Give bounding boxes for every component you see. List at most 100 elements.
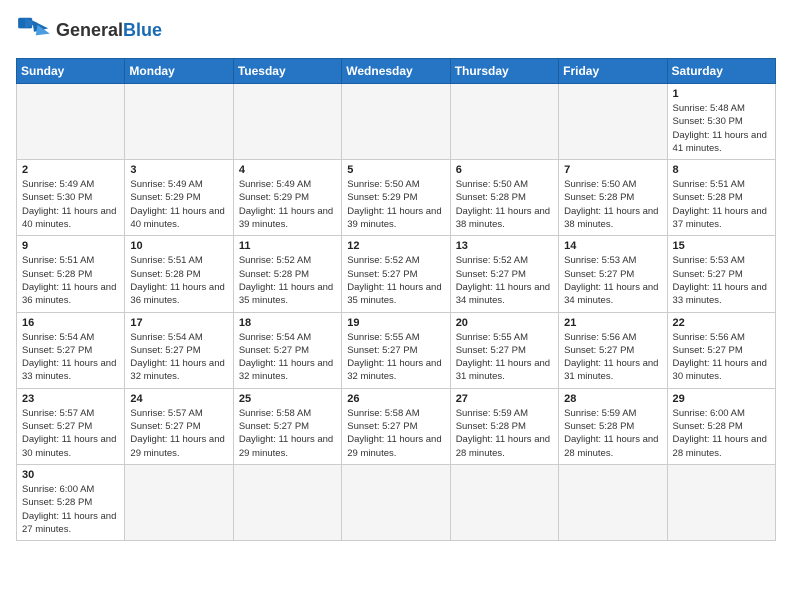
calendar-table: SundayMondayTuesdayWednesdayThursdayFrid…	[16, 58, 776, 541]
calendar-cell	[233, 84, 341, 160]
calendar-cell: 24 Sunrise: 5:57 AMSunset: 5:27 PMDayligh…	[125, 388, 233, 464]
calendar-cell: 15 Sunrise: 5:53 AMSunset: 5:27 PMDayligh…	[667, 236, 775, 312]
day-info: Sunrise: 5:53 AMSunset: 5:27 PMDaylight:…	[673, 254, 770, 307]
day-number: 23	[22, 393, 119, 405]
weekday-header-row: SundayMondayTuesdayWednesdayThursdayFrid…	[17, 59, 776, 84]
day-number: 20	[456, 317, 553, 329]
calendar-cell	[667, 464, 775, 540]
logo-icon	[16, 16, 52, 46]
calendar-cell: 27 Sunrise: 5:59 AMSunset: 5:28 PMDayligh…	[450, 388, 558, 464]
day-number: 7	[564, 164, 661, 176]
calendar-cell: 18 Sunrise: 5:54 AMSunset: 5:27 PMDayligh…	[233, 312, 341, 388]
day-info: Sunrise: 5:52 AMSunset: 5:28 PMDaylight:…	[239, 254, 336, 307]
day-number: 6	[456, 164, 553, 176]
day-number: 21	[564, 317, 661, 329]
calendar-cell	[125, 84, 233, 160]
calendar-cell: 23Sunrise: 5:57 AMSunset: 5:27 PMDayligh…	[17, 388, 125, 464]
day-number: 9	[22, 240, 119, 252]
day-number: 5	[347, 164, 444, 176]
calendar-cell: 2 Sunrise: 5:49 AMSunset: 5:30 PMDaylight…	[17, 160, 125, 236]
day-number: 2	[22, 164, 119, 176]
calendar-cell	[450, 84, 558, 160]
calendar-cell: 5 Sunrise: 5:50 AMSunset: 5:29 PMDaylight…	[342, 160, 450, 236]
day-info: Sunrise: 5:52 AMSunset: 5:27 PMDaylight:…	[347, 254, 444, 307]
day-number: 16	[22, 317, 119, 329]
calendar-cell: 13 Sunrise: 5:52 AMSunset: 5:27 PMDayligh…	[450, 236, 558, 312]
calendar-cell: 4 Sunrise: 5:49 AMSunset: 5:29 PMDaylight…	[233, 160, 341, 236]
day-info: Sunrise: 5:58 AMSunset: 5:27 PMDaylight:…	[347, 407, 444, 460]
calendar-cell: 30Sunrise: 6:00 AMSunset: 5:28 PMDayligh…	[17, 464, 125, 540]
calendar-row: 9 Sunrise: 5:51 AMSunset: 5:28 PMDaylight…	[17, 236, 776, 312]
day-number: 25	[239, 393, 336, 405]
calendar-cell	[559, 84, 667, 160]
day-info: Sunrise: 5:50 AMSunset: 5:28 PMDaylight:…	[456, 178, 553, 231]
day-number: 15	[673, 240, 770, 252]
day-number: 3	[130, 164, 227, 176]
calendar-cell	[233, 464, 341, 540]
day-info: Sunrise: 5:59 AMSunset: 5:28 PMDaylight:…	[456, 407, 553, 460]
day-info: Sunrise: 5:50 AMSunset: 5:29 PMDaylight:…	[347, 178, 444, 231]
day-number: 22	[673, 317, 770, 329]
day-info: Sunrise: 5:49 AMSunset: 5:29 PMDaylight:…	[239, 178, 336, 231]
weekday-header: Friday	[559, 59, 667, 84]
calendar-cell: 22 Sunrise: 5:56 AMSunset: 5:27 PMDayligh…	[667, 312, 775, 388]
calendar-cell: 3Sunrise: 5:49 AMSunset: 5:29 PMDaylight…	[125, 160, 233, 236]
day-info: Sunrise: 5:52 AMSunset: 5:27 PMDaylight:…	[456, 254, 553, 307]
day-info: Sunrise: 5:48 AMSunset: 5:30 PMDaylight:…	[673, 102, 770, 155]
calendar-cell: 14 Sunrise: 5:53 AMSunset: 5:27 PMDayligh…	[559, 236, 667, 312]
weekday-header: Monday	[125, 59, 233, 84]
calendar-cell: 12 Sunrise: 5:52 AMSunset: 5:27 PMDayligh…	[342, 236, 450, 312]
day-info: Sunrise: 5:56 AMSunset: 5:27 PMDaylight:…	[673, 331, 770, 384]
day-number: 4	[239, 164, 336, 176]
day-info: Sunrise: 5:54 AMSunset: 5:27 PMDaylight:…	[239, 331, 336, 384]
day-number: 18	[239, 317, 336, 329]
page-header: GeneralBlue	[16, 16, 776, 46]
day-info: Sunrise: 5:49 AMSunset: 5:30 PMDaylight:…	[22, 178, 119, 231]
day-number: 19	[347, 317, 444, 329]
calendar-cell	[17, 84, 125, 160]
calendar-cell: 17Sunrise: 5:54 AMSunset: 5:27 PMDayligh…	[125, 312, 233, 388]
day-number: 11	[239, 240, 336, 252]
calendar-cell: 20Sunrise: 5:55 AMSunset: 5:27 PMDayligh…	[450, 312, 558, 388]
weekday-header: Sunday	[17, 59, 125, 84]
weekday-header: Wednesday	[342, 59, 450, 84]
day-number: 24	[130, 393, 227, 405]
calendar-cell	[125, 464, 233, 540]
day-number: 14	[564, 240, 661, 252]
day-number: 30	[22, 469, 119, 481]
day-number: 28	[564, 393, 661, 405]
day-info: Sunrise: 5:57 AMSunset: 5:27 PMDaylight:…	[130, 407, 227, 460]
day-info: Sunrise: 5:50 AMSunset: 5:28 PMDaylight:…	[564, 178, 661, 231]
day-number: 10	[130, 240, 227, 252]
logo-text: GeneralBlue	[56, 21, 162, 41]
calendar-cell: 16 Sunrise: 5:54 AMSunset: 5:27 PMDayligh…	[17, 312, 125, 388]
calendar-row: 30Sunrise: 6:00 AMSunset: 5:28 PMDayligh…	[17, 464, 776, 540]
calendar-cell: 7 Sunrise: 5:50 AMSunset: 5:28 PMDaylight…	[559, 160, 667, 236]
day-info: Sunrise: 5:55 AMSunset: 5:27 PMDaylight:…	[347, 331, 444, 384]
day-number: 27	[456, 393, 553, 405]
day-info: Sunrise: 5:53 AMSunset: 5:27 PMDaylight:…	[564, 254, 661, 307]
day-info: Sunrise: 5:56 AMSunset: 5:27 PMDaylight:…	[564, 331, 661, 384]
day-info: Sunrise: 5:51 AMSunset: 5:28 PMDaylight:…	[22, 254, 119, 307]
day-info: Sunrise: 5:54 AMSunset: 5:27 PMDaylight:…	[22, 331, 119, 384]
day-number: 26	[347, 393, 444, 405]
calendar-cell: 25 Sunrise: 5:58 AMSunset: 5:27 PMDayligh…	[233, 388, 341, 464]
calendar-cell: 26 Sunrise: 5:58 AMSunset: 5:27 PMDayligh…	[342, 388, 450, 464]
calendar-cell: 10 Sunrise: 5:51 AMSunset: 5:28 PMDayligh…	[125, 236, 233, 312]
calendar-cell	[342, 84, 450, 160]
logo: GeneralBlue	[16, 16, 162, 46]
day-info: Sunrise: 5:51 AMSunset: 5:28 PMDaylight:…	[673, 178, 770, 231]
day-number: 13	[456, 240, 553, 252]
calendar-cell: 1Sunrise: 5:48 AMSunset: 5:30 PMDaylight…	[667, 84, 775, 160]
weekday-header: Thursday	[450, 59, 558, 84]
calendar-cell: 21 Sunrise: 5:56 AMSunset: 5:27 PMDayligh…	[559, 312, 667, 388]
day-info: Sunrise: 5:58 AMSunset: 5:27 PMDaylight:…	[239, 407, 336, 460]
calendar-cell	[450, 464, 558, 540]
day-number: 29	[673, 393, 770, 405]
calendar-cell: 19 Sunrise: 5:55 AMSunset: 5:27 PMDayligh…	[342, 312, 450, 388]
day-info: Sunrise: 6:00 AMSunset: 5:28 PMDaylight:…	[673, 407, 770, 460]
day-number: 17	[130, 317, 227, 329]
calendar-cell	[559, 464, 667, 540]
day-info: Sunrise: 5:51 AMSunset: 5:28 PMDaylight:…	[130, 254, 227, 307]
day-number: 12	[347, 240, 444, 252]
